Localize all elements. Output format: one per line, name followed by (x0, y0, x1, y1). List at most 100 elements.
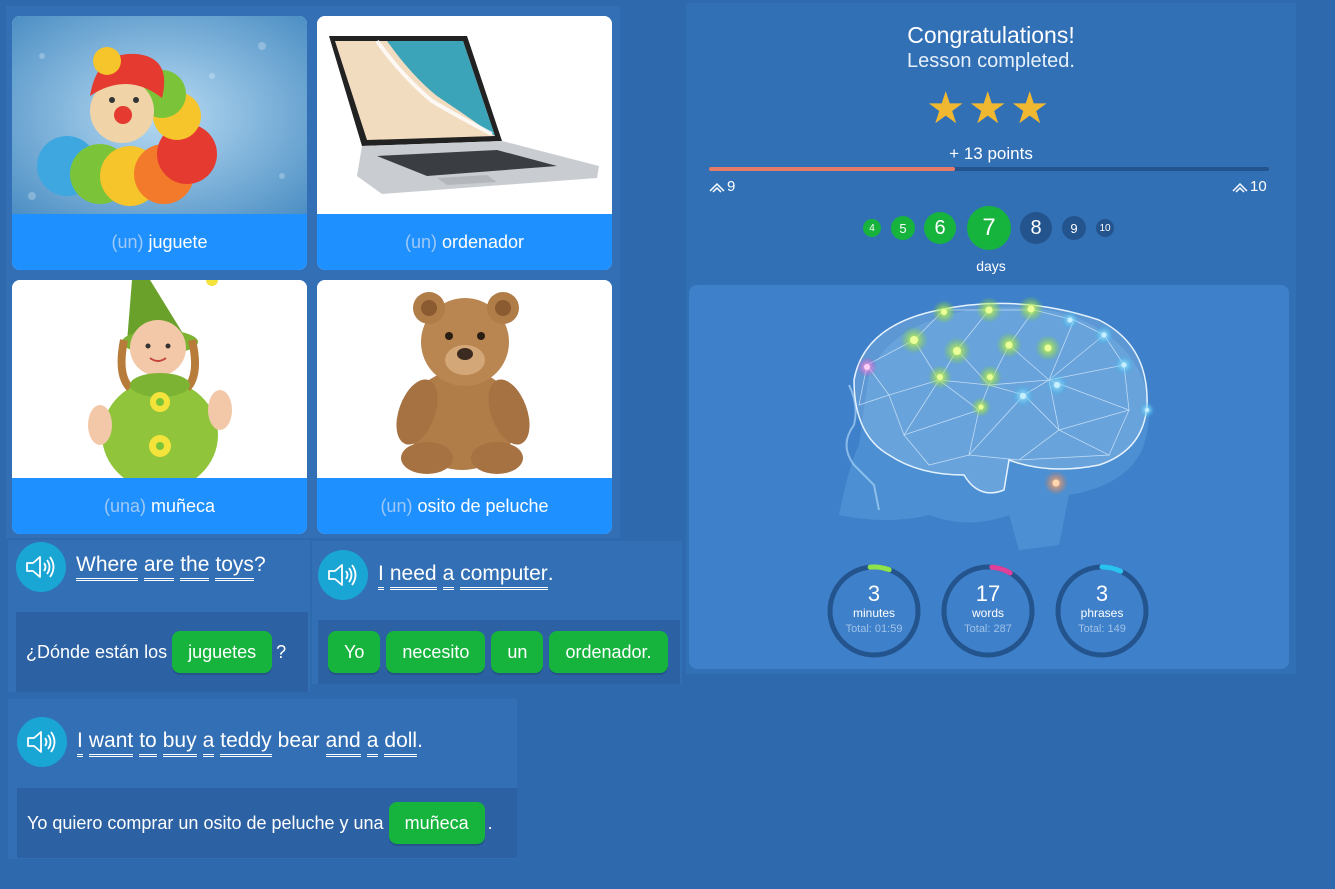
laptop-image (317, 16, 612, 214)
english-word[interactable]: need (389, 562, 437, 590)
brain-illustration-panel: 3 minutes Total: 01:59 17 words Total: 2… (689, 285, 1289, 669)
answer-chip[interactable]: muñeca (388, 802, 485, 844)
toy-caterpillar-image (12, 16, 307, 214)
spanish-answer-2: Yo necesito un ordenador. (318, 620, 680, 684)
answer-chip[interactable]: ordenador. (549, 631, 668, 673)
card-osito[interactable]: (un) osito de peluche (317, 280, 612, 534)
speaker-button-3[interactable] (17, 717, 67, 767)
english-word[interactable]: toys (215, 553, 254, 581)
day-bubble: 6 (924, 212, 956, 244)
english-word[interactable]: Where (76, 553, 138, 581)
card-caption: (un) ordenador (317, 214, 612, 270)
result-subtitle: Lesson completed. (907, 50, 1075, 72)
day-bubble: 8 (1020, 212, 1052, 244)
level-progress-bar (709, 167, 1269, 171)
stat-total: Total: 287 (964, 623, 1012, 635)
article: (una) (103, 495, 146, 516)
days-label: days (976, 258, 1006, 274)
speaker-button-1[interactable] (16, 542, 66, 592)
english-word[interactable]: buy (162, 729, 197, 757)
english-word[interactable]: want (88, 729, 134, 757)
word: ordenador (441, 231, 525, 252)
day-bubble-current: 7 (967, 206, 1011, 250)
speaker-button-2[interactable] (318, 550, 368, 600)
stat-words: 17 words Total: 287 (940, 563, 1036, 659)
card-caption: (un) osito de peluche (317, 478, 612, 534)
answer-chip[interactable]: juguetes (172, 631, 273, 673)
stat-total: Total: 149 (1078, 623, 1126, 635)
day-bubble: 10 (1096, 219, 1114, 237)
english-word[interactable]: teddy (220, 729, 272, 757)
level-progress-fill (709, 167, 956, 171)
level-current-value: 9 (727, 178, 736, 195)
spanish-answer-3: Yo quiero comprar un osito de peluche y … (17, 788, 517, 858)
english-word[interactable]: a (366, 729, 379, 757)
word: muñeca (150, 495, 216, 516)
level-current: 9 (709, 178, 735, 195)
card-juguete[interactable]: (un) juguete (12, 16, 307, 270)
stat-value: 3 (867, 581, 881, 606)
doll-image (12, 280, 307, 478)
level-next-value: 10 (1250, 178, 1267, 195)
card-caption: (una) muñeca (12, 478, 307, 534)
stat-minutes: 3 minutes Total: 01:59 (826, 563, 922, 659)
points-earned: + 13 points (949, 144, 1033, 163)
result-title: Congratulations! (907, 22, 1075, 48)
brain-icon (839, 296, 1155, 550)
stat-phrases: 3 phrases Total: 149 (1054, 563, 1150, 659)
word: juguete (148, 231, 208, 252)
speaker-icon (27, 731, 56, 753)
day-bubble: 4 (863, 219, 881, 237)
spanish-answer-1: ¿Dónde están los juguetes ? (16, 612, 308, 692)
spanish-prefix: Yo quiero comprar un osito de peluche y … (27, 812, 384, 833)
card-ordenador[interactable]: (un) ordenador (317, 16, 612, 270)
english-sentence-2: Ineed a computer. (378, 562, 554, 590)
english-word[interactable]: bear (278, 729, 320, 754)
answer-chip[interactable]: necesito (386, 631, 486, 673)
star-icon: ★ (926, 84, 966, 133)
star-icon: ★ (968, 84, 1008, 133)
level-chevron-icon (709, 182, 725, 193)
english-word[interactable]: a (202, 729, 215, 757)
level-chevron-icon (1232, 182, 1248, 193)
answer-chip[interactable]: Yo (328, 631, 381, 673)
english-word[interactable]: doll (384, 729, 418, 757)
stat-label: phrases (1080, 606, 1124, 620)
english-word[interactable]: and (325, 729, 361, 757)
stat-label: words (971, 606, 1004, 620)
sentence-punctuation: ? (253, 553, 266, 576)
article: (un) (380, 495, 413, 516)
level-next: 10 (1232, 178, 1267, 195)
speaker-icon (328, 564, 357, 586)
card-caption: (un) juguete (12, 214, 307, 270)
spanish-prefix: ¿Dónde están los (26, 641, 168, 662)
english-word[interactable]: I (77, 729, 83, 757)
word: osito de peluche (417, 495, 549, 516)
english-word[interactable]: to (139, 729, 157, 757)
stat-label: minutes (852, 606, 896, 620)
article: (un) (404, 231, 437, 252)
english-word[interactable]: the (180, 553, 210, 581)
speaker-icon (26, 556, 55, 578)
answer-chip[interactable]: un (491, 631, 544, 673)
english-word[interactable]: computer (460, 562, 548, 590)
stat-value: 17 (975, 581, 1001, 606)
card-muneca[interactable]: (una) muñeca (12, 280, 307, 534)
sentence-punctuation: . (487, 812, 493, 833)
stat-value: 3 (1095, 581, 1109, 606)
english-sentence-3: Iwant to buy a teddy bear and a doll. (77, 729, 423, 757)
sentence-punctuation: . (547, 562, 554, 585)
teddy-bear-image (317, 280, 612, 478)
english-word[interactable]: I (378, 562, 384, 590)
lesson-result-panel: Congratulations! Lesson completed. ★ ★ ★… (686, 3, 1296, 674)
stat-total: Total: 01:59 (845, 623, 903, 635)
star-icon: ★ (1010, 84, 1050, 133)
english-word[interactable]: a (442, 562, 455, 590)
article: (un) (111, 231, 144, 252)
sentence-punctuation: . (417, 729, 423, 752)
day-bubble: 9 (1062, 216, 1086, 240)
english-word[interactable]: are (143, 553, 175, 581)
day-bubble: 5 (891, 216, 915, 240)
english-sentence-1: Where are the toys? (76, 553, 266, 581)
sentence-punctuation: ? (276, 641, 287, 662)
